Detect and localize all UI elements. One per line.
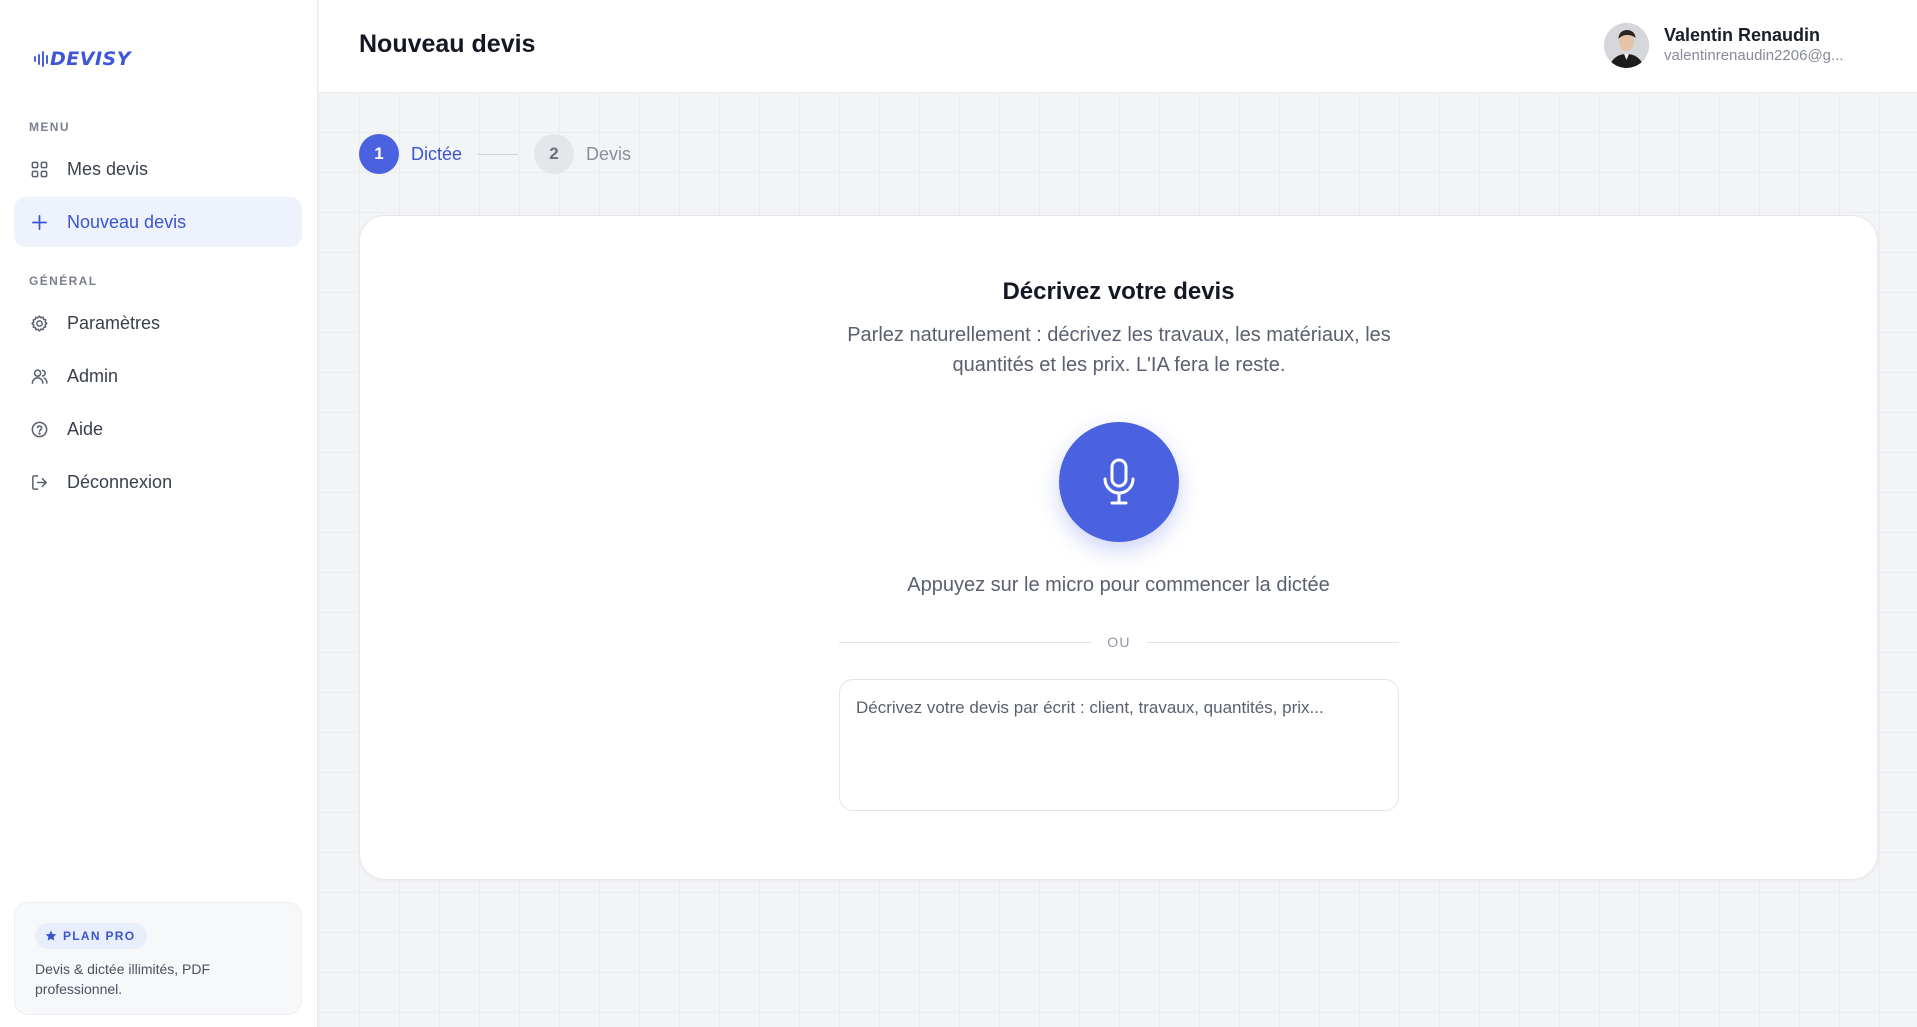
divider-label: OU (1107, 634, 1131, 650)
card-subtitle: Parlez naturellement : décrivez les trav… (847, 324, 1391, 376)
card-title: Décrivez votre devis (1002, 278, 1235, 305)
quote-description-textarea[interactable] (839, 679, 1399, 811)
divider-line (839, 641, 1092, 643)
sidebar-item-aide[interactable]: Aide (14, 404, 302, 454)
logo[interactable]: DEVISY (34, 46, 131, 72)
step-1-number[interactable]: 1 (359, 134, 399, 174)
sidebar-item-label: Aide (67, 418, 104, 439)
plan-badge: PLAN PRO (35, 923, 148, 949)
page-title: Nouveau devis (359, 30, 536, 58)
user-avatar-icon (1604, 23, 1649, 68)
help-circle-icon (31, 421, 48, 437)
menu-section-label: MENU (29, 120, 70, 134)
logout-icon (32, 474, 47, 490)
plan-description: Devis & dictée illimités, PDF profession… (35, 961, 211, 997)
sidebar-item-label: Nouveau devis (67, 211, 187, 232)
user-name: Valentin Renaudin (1664, 25, 1821, 45)
sidebar-item-deconnexion[interactable]: Déconnexion (14, 457, 302, 507)
dictation-card: Décrivez votre devis Parlez naturellemen… (359, 215, 1878, 880)
sidebar-item-parametres[interactable]: Paramètres (14, 298, 302, 348)
sidebar: DEVISY MENU Mes devis Nouveau devis GÉNÉ… (0, 0, 318, 1027)
grid-icon (31, 161, 48, 177)
main-content: 1 Dictée 2 Devis Décrivez votre devis Pa… (319, 92, 1917, 1027)
soundwave-icon (34, 49, 48, 69)
sidebar-item-nouveau-devis[interactable]: Nouveau devis (14, 197, 302, 247)
sidebar-item-mes-devis[interactable]: Mes devis (14, 144, 302, 194)
plan-badge-label: PLAN PRO (63, 929, 136, 943)
microphone-icon (1103, 458, 1135, 505)
step-1-label[interactable]: Dictée (411, 144, 462, 165)
or-divider: OU (839, 632, 1399, 652)
gear-icon (31, 314, 48, 332)
plan-card: PLAN PRO Devis & dictée illimités, PDF p… (14, 902, 302, 1015)
general-section-label: GÉNÉRAL (29, 274, 98, 288)
divider-line (1146, 641, 1399, 643)
user-email: valentinrenaudin2206@g... (1664, 47, 1844, 64)
sidebar-item-label: Mes devis (67, 158, 149, 179)
sidebar-item-label: Paramètres (67, 312, 161, 333)
mic-hint: Appuyez sur le micro pour commencer la d… (907, 574, 1330, 596)
top-header: Nouveau devis Valentin Renaudin valentin… (319, 0, 1917, 92)
sidebar-item-label: Admin (67, 365, 119, 386)
stepper: 1 Dictée 2 Devis (359, 134, 631, 174)
users-icon (31, 368, 48, 384)
star-icon (45, 930, 57, 941)
logo-text: DEVISY (50, 48, 131, 70)
plus-icon (31, 214, 48, 230)
avatar[interactable] (1604, 23, 1649, 68)
sidebar-item-label: Déconnexion (67, 471, 173, 492)
microphone-button[interactable] (1059, 422, 1179, 542)
step-2-number[interactable]: 2 (534, 134, 575, 174)
step-connector (478, 153, 519, 155)
sidebar-item-admin[interactable]: Admin (14, 351, 302, 401)
step-2-label[interactable]: Devis (586, 144, 631, 165)
